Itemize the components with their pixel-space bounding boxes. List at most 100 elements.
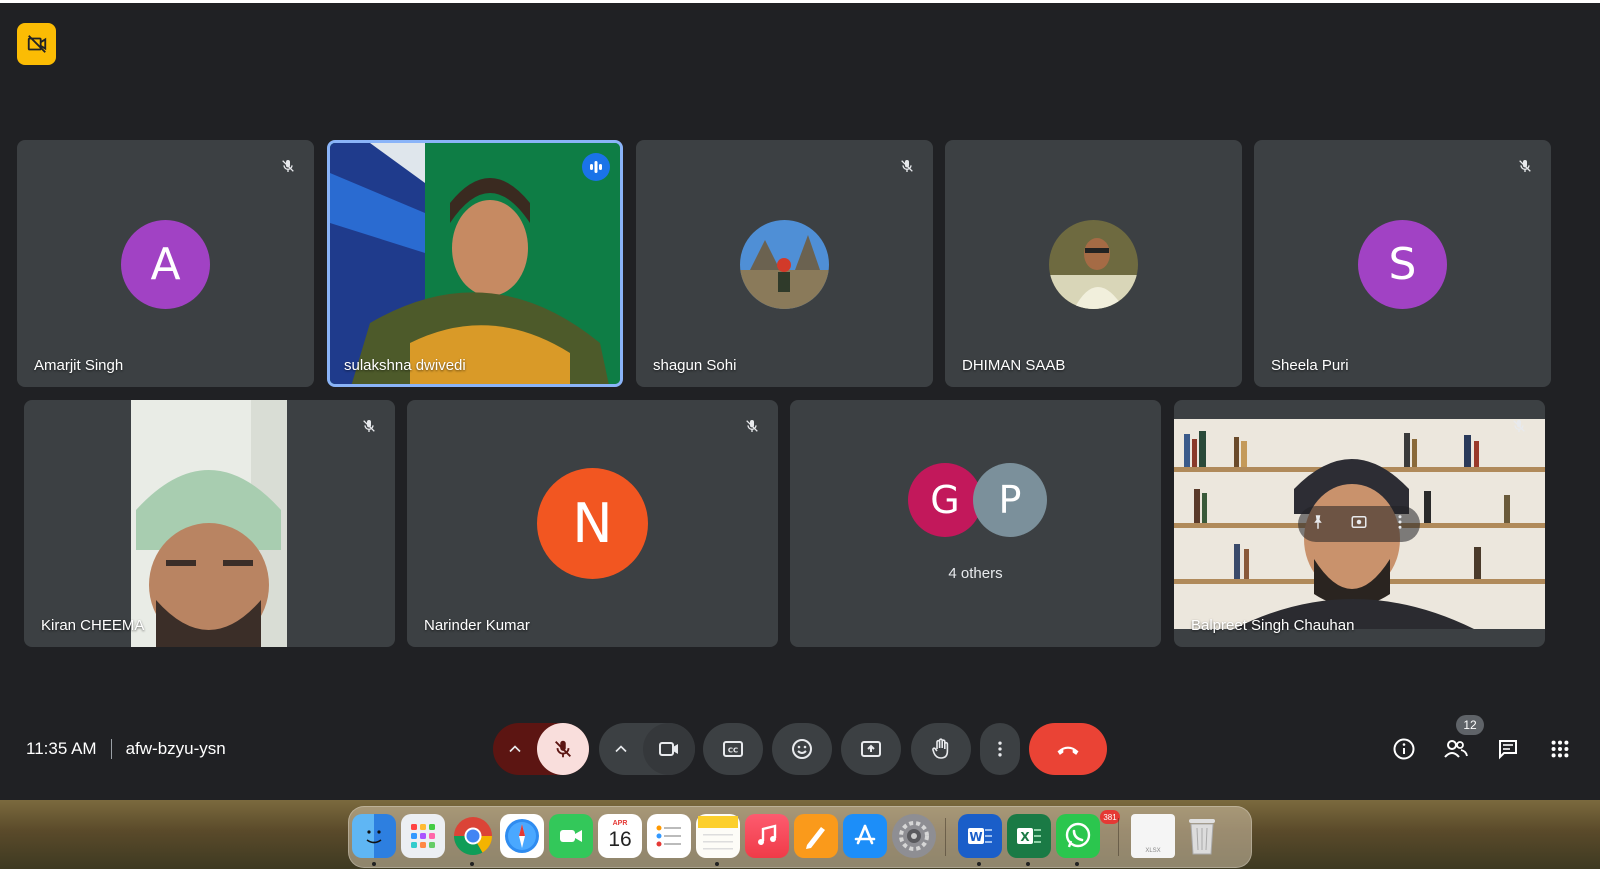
avatar: G	[908, 463, 982, 537]
closed-captions-icon: CC	[723, 741, 743, 757]
avatar: S	[1358, 220, 1447, 309]
participant-name: Balpreet Singh Chauhan	[1191, 617, 1355, 634]
leave-call-button[interactable]	[1029, 723, 1107, 775]
camera-control-group	[599, 723, 695, 775]
activities-grid-icon[interactable]	[1544, 733, 1576, 765]
participant-tile[interactable]: DHIMAN SAAB	[945, 140, 1242, 387]
people-icon[interactable]	[1440, 733, 1472, 765]
call-end-icon	[1057, 746, 1079, 755]
call-controls-bar: 11:35 AM afw-bzyu-ysn CC 12	[0, 703, 1600, 795]
audio-options-chevron-icon[interactable]	[505, 739, 525, 764]
more-options-icon[interactable]	[1391, 513, 1409, 536]
camera-off-badge-icon[interactable]	[17, 23, 56, 65]
svg-text:CC: CC	[728, 747, 738, 755]
participant-name: Sheela Puri	[1271, 357, 1349, 374]
videocam-icon	[659, 742, 678, 756]
svg-text:W: W	[969, 830, 982, 844]
participant-tile[interactable]: Kiran CHEEMA	[24, 400, 395, 647]
running-indicator	[977, 862, 981, 866]
mic-off-icon	[895, 154, 919, 178]
more-vert-icon	[998, 741, 1002, 757]
more-options-button[interactable]	[980, 723, 1020, 775]
running-indicator	[470, 862, 474, 866]
video-options-chevron-icon[interactable]	[611, 739, 631, 764]
launchpad-icon[interactable]	[401, 814, 445, 858]
safari-icon[interactable]	[500, 814, 544, 858]
calendar-icon[interactable]: APR 16	[598, 814, 642, 858]
present-screen-button[interactable]	[841, 723, 901, 775]
participant-name: Amarjit Singh	[34, 357, 124, 374]
current-time: 11:35 AM	[26, 739, 97, 758]
participant-tile[interactable]: A Amarjit Singh	[17, 140, 314, 387]
dock-separator	[1118, 818, 1119, 856]
excel-icon[interactable]: X	[1007, 814, 1051, 858]
video-feed	[330, 143, 620, 384]
notes-icon[interactable]	[696, 814, 740, 858]
people-count-badge: 12	[1456, 715, 1484, 735]
emoji-icon	[792, 739, 812, 759]
divider	[110, 739, 112, 759]
participant-name: sulakshna dwivedi	[344, 357, 466, 374]
video-feed	[131, 400, 287, 647]
mic-off-icon	[555, 740, 571, 758]
camera-toggle-button[interactable]	[643, 723, 695, 775]
meet-window: A Amarjit Singh sulakshna dwivedi shagun…	[0, 0, 1600, 800]
captions-button[interactable]: CC	[703, 723, 763, 775]
participant-name: DHIMAN SAAB	[962, 357, 1066, 374]
pages-icon[interactable]	[794, 814, 838, 858]
chat-icon[interactable]	[1492, 733, 1524, 765]
trash-icon[interactable]	[1180, 814, 1224, 858]
profile-photo-avatar	[740, 220, 829, 309]
participant-name: Kiran CHEEMA	[41, 617, 145, 634]
dock-separator	[945, 818, 946, 856]
system-settings-icon[interactable]	[892, 814, 936, 858]
participant-name: shagun Sohi	[653, 357, 737, 374]
participant-tile[interactable]: S Sheela Puri	[1254, 140, 1551, 387]
meeting-details: 11:35 AM afw-bzyu-ysn	[26, 739, 226, 759]
avatar: A	[121, 220, 210, 309]
meeting-details-info-icon[interactable]	[1388, 733, 1420, 765]
mic-toggle-button[interactable]	[537, 723, 589, 775]
participant-name: Narinder Kumar	[424, 617, 530, 634]
reactions-button[interactable]	[772, 723, 832, 775]
music-icon[interactable]	[745, 814, 789, 858]
meeting-code: afw-bzyu-ysn	[125, 739, 226, 758]
raise-hand-button[interactable]	[911, 723, 971, 775]
running-indicator	[1026, 862, 1030, 866]
notification-badge: 381	[1100, 810, 1120, 824]
mic-off-icon	[276, 154, 300, 178]
svg-text:X: X	[1020, 830, 1030, 844]
avatar: N	[537, 468, 648, 579]
present-icon	[861, 741, 881, 757]
mic-off-icon	[1513, 154, 1537, 178]
mic-control-group	[493, 723, 589, 775]
mic-off-icon	[1507, 414, 1531, 438]
participant-tile-active-speaker[interactable]: sulakshna dwivedi	[327, 140, 623, 387]
calendar-month: APR	[612, 820, 628, 827]
others-tile[interactable]: G P 4 others	[790, 400, 1161, 647]
app-store-icon[interactable]	[843, 814, 887, 858]
profile-photo-avatar	[1049, 220, 1138, 309]
others-count-label: 4 others	[948, 565, 1003, 582]
reminders-icon[interactable]	[647, 814, 691, 858]
hand-icon	[932, 738, 949, 759]
running-indicator	[1075, 862, 1079, 866]
pin-icon[interactable]	[1309, 513, 1327, 536]
facetime-icon[interactable]	[549, 814, 593, 858]
calendar-day: 16	[608, 828, 632, 851]
finder-icon[interactable]	[352, 814, 396, 858]
speaking-indicator-icon	[582, 153, 610, 181]
chrome-icon[interactable]	[451, 814, 495, 858]
whatsapp-icon[interactable]	[1056, 814, 1100, 858]
mic-off-icon	[740, 414, 764, 438]
mic-off-icon	[357, 414, 381, 438]
frame-icon[interactable]	[1350, 513, 1368, 536]
avatar: P	[973, 463, 1047, 537]
xlsx-file-icon[interactable]: XLSX	[1131, 814, 1175, 858]
running-indicator	[372, 862, 376, 866]
participant-tile[interactable]: shagun Sohi	[636, 140, 933, 387]
word-icon[interactable]: W	[958, 814, 1002, 858]
file-type-label: XLSX	[1145, 848, 1161, 854]
participant-tile[interactable]: Balpreet Singh Chauhan	[1174, 400, 1545, 647]
participant-tile[interactable]: N Narinder Kumar	[407, 400, 778, 647]
